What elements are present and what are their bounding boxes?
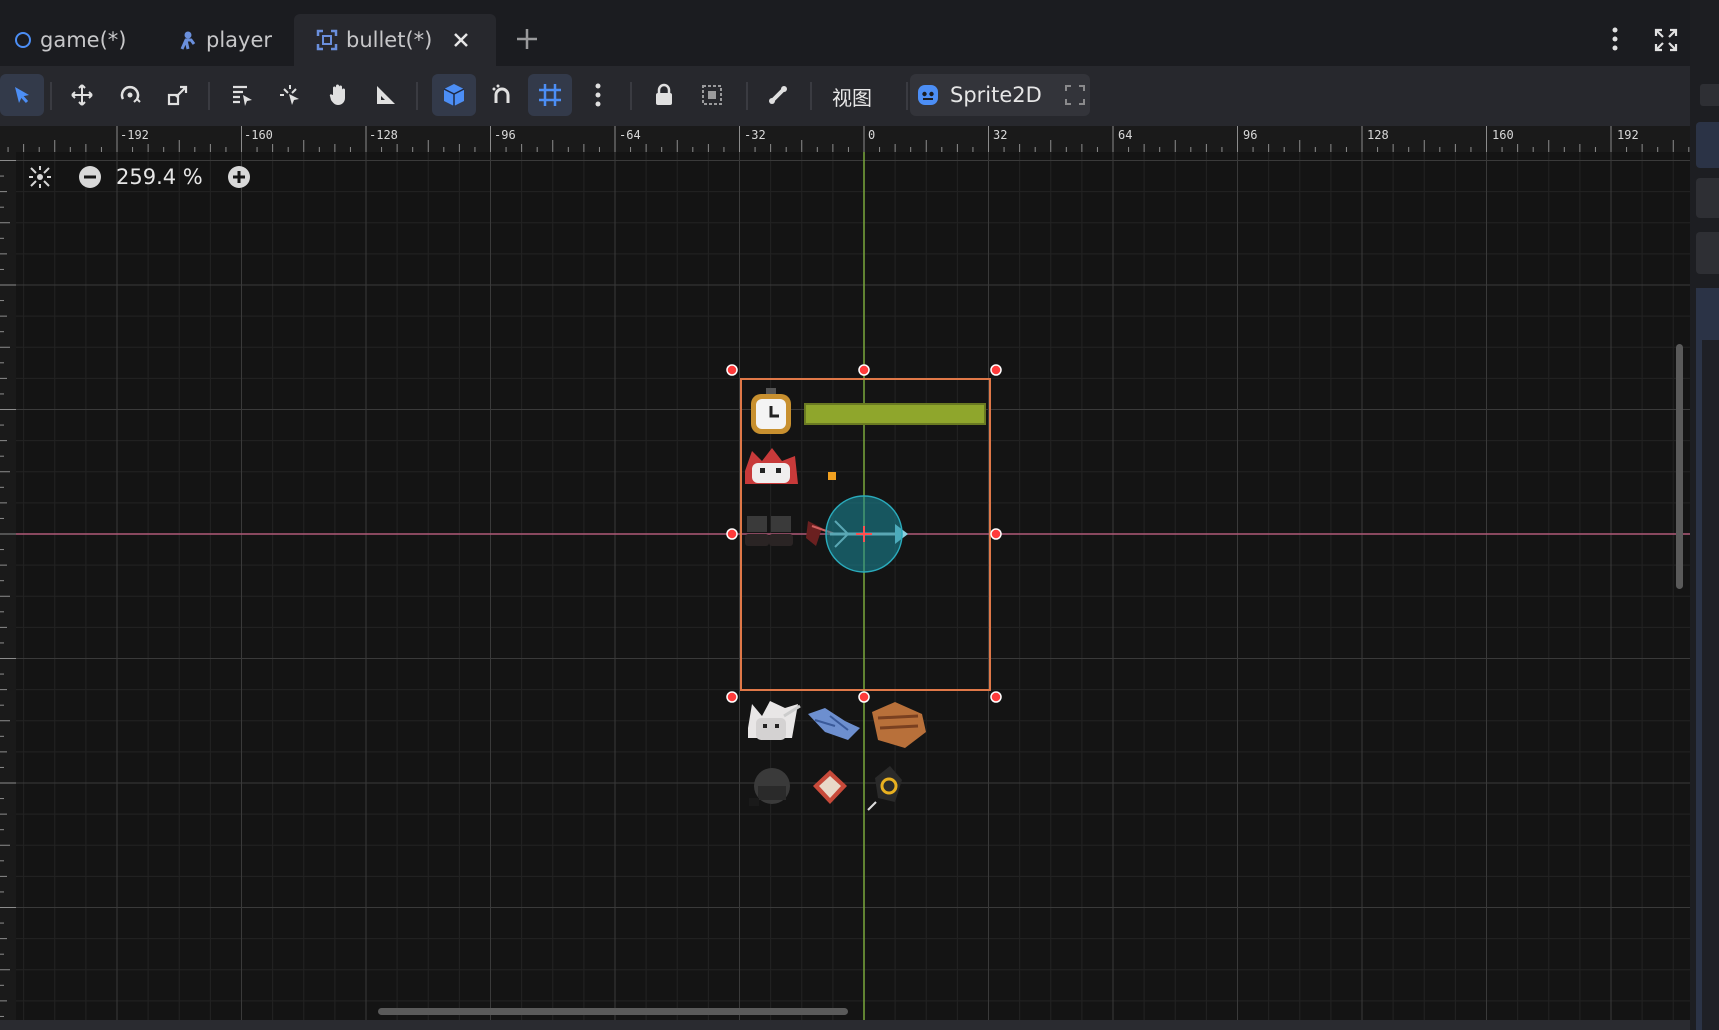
ruler-icon — [377, 86, 395, 104]
grid-snap-toggle[interactable] — [528, 74, 572, 116]
hand-icon — [329, 84, 345, 105]
lock-button[interactable] — [642, 74, 686, 116]
tab-game[interactable]: game(*) — [14, 14, 126, 66]
more-options-icon[interactable] — [1610, 26, 1620, 56]
lock-icon — [656, 83, 672, 105]
gem-sprite — [813, 770, 847, 804]
handle-bottom-right — [990, 691, 1002, 703]
horizontal-scrollbar[interactable] — [378, 1008, 848, 1015]
rotate-icon — [120, 85, 141, 103]
scale-icon — [167, 85, 188, 106]
kebab-icon — [595, 83, 601, 107]
fish-sprite — [808, 708, 860, 740]
snap-options-button[interactable] — [576, 74, 620, 116]
rotate-mode-button[interactable] — [108, 74, 152, 116]
handle-top — [858, 364, 870, 376]
node-type-label: Sprite2D — [950, 83, 1042, 107]
node-type-indicator[interactable]: Sprite2D — [910, 74, 1090, 116]
progress-bar-sprite — [804, 403, 986, 425]
handle-bottom-left — [726, 691, 738, 703]
close-tab-icon[interactable] — [452, 31, 470, 49]
pivot-icon — [280, 85, 299, 105]
handle-top-left — [726, 364, 738, 376]
list-selection-button[interactable] — [220, 74, 264, 116]
dock-tab[interactable] — [1696, 122, 1719, 168]
tab-label: bullet(*) — [346, 28, 433, 52]
tab-bullet[interactable]: bullet(*) — [294, 14, 496, 66]
tab-label: game(*) — [40, 28, 127, 52]
right-dock-strip — [1690, 0, 1719, 1030]
pointer-icon — [15, 87, 29, 104]
dock-tab[interactable] — [1696, 232, 1719, 274]
amulet-sprite — [867, 766, 902, 811]
handle-top-right — [990, 364, 1002, 376]
vertical-scrollbar[interactable] — [1676, 344, 1683, 589]
grid-icon — [539, 84, 561, 106]
dock-tab[interactable] — [1700, 84, 1719, 106]
pivot-mode-button[interactable] — [268, 74, 312, 116]
bread-sprite — [872, 702, 926, 748]
clock-sprite — [751, 388, 791, 434]
tab-label: player — [206, 28, 273, 52]
handle-bottom — [858, 691, 870, 703]
tab-player[interactable]: player — [178, 14, 272, 66]
snap-to-pixel-button[interactable] — [480, 74, 524, 116]
canvas-toolbar: 视图 Sprite2D — [0, 66, 1690, 126]
canvas-viewport[interactable]: -192 -160 -128 -96 -64 -32 0 32 64 96 12… — [0, 126, 1690, 1020]
boots-sprite — [745, 516, 793, 546]
sprite2d-icon — [916, 83, 940, 107]
smart-snap-toggle[interactable] — [432, 74, 476, 116]
magnet-icon — [492, 84, 510, 103]
snap-cube-icon — [443, 84, 465, 106]
circle-node-icon — [14, 31, 32, 49]
rabbit-white-sprite — [748, 701, 801, 740]
character-body-icon — [178, 30, 198, 50]
handle-left — [726, 528, 738, 540]
scene-objects — [726, 364, 1002, 811]
move-mode-button[interactable] — [60, 74, 104, 116]
move-icon — [71, 84, 93, 106]
group-icon — [702, 85, 722, 105]
distraction-free-icon[interactable] — [1654, 28, 1678, 56]
helmet-dark-sprite — [749, 768, 790, 806]
pan-mode-button[interactable] — [316, 74, 360, 116]
handle-right — [990, 528, 1002, 540]
inspector-panel-inner — [1702, 340, 1719, 1030]
area-node-icon — [316, 29, 338, 51]
list-select-icon — [233, 85, 252, 106]
ruler-mode-button[interactable] — [364, 74, 408, 116]
scene-tab-bar: game(*) player bullet(*) — [0, 0, 1690, 66]
expand-icon[interactable] — [1064, 84, 1086, 106]
skeleton-button[interactable] — [756, 74, 800, 116]
sprite-sheet-texture[interactable] — [745, 388, 986, 811]
scale-mode-button[interactable] — [156, 74, 200, 116]
add-tab-icon[interactable] — [514, 26, 540, 56]
bottom-edge — [0, 1020, 1690, 1030]
group-button[interactable] — [690, 74, 734, 116]
select-mode-button[interactable] — [0, 74, 44, 116]
small-bullet-sprite — [828, 472, 836, 480]
view-menu[interactable]: 视图 — [832, 82, 872, 111]
bone-icon — [769, 86, 787, 104]
dock-tab[interactable] — [1696, 178, 1719, 218]
rabbit-red-sprite — [745, 448, 798, 484]
